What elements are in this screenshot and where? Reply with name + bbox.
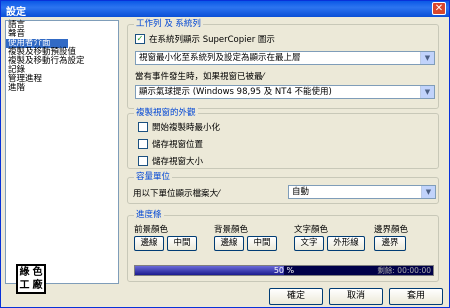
save-size-option[interactable]: 儲存視窗大小 (138, 155, 203, 167)
size-unit-group-legend: 容量單位 (134, 172, 173, 183)
chevron-down-icon[interactable]: ▼ (420, 52, 434, 64)
background-border-button[interactable]: 邊線 (214, 236, 244, 251)
notification-value: 顯示氣球提示 (Windows 98,95 及 NT4 不能使用) (139, 87, 332, 97)
taskbar-group: 工作列 及 系統列 ✓ 在系統列顯示 SuperCopier 圖示 視窗最小化至… (127, 19, 439, 109)
minimize-on-start-option[interactable]: 開始複製時最小化 (138, 121, 220, 133)
border-color-button[interactable]: 邊界 (374, 236, 406, 251)
cancel-button[interactable]: 取消 (329, 288, 383, 305)
save-size-label: 儲存視窗大小 (152, 157, 204, 167)
sidebar-item-advanced[interactable]: 進階 (6, 84, 118, 93)
save-position-checkbox[interactable] (138, 139, 148, 149)
foreground-color-title: 前景顏色 (134, 225, 169, 235)
settings-panel: 工作列 及 系統列 ✓ 在系統列顯示 SuperCopier 圖示 視窗最小化至… (123, 19, 441, 284)
logo-char: 工 (19, 280, 30, 291)
taskbar-group-legend: 工作列 及 系統列 (134, 19, 203, 30)
green-factory-logo: 綠 色 工 廠 (16, 264, 46, 294)
save-size-checkbox[interactable] (138, 156, 148, 166)
save-position-label: 儲存視窗位置 (152, 140, 204, 150)
show-systray-checkbox[interactable]: ✓ (135, 34, 145, 44)
notification-select[interactable]: 顯示氣球提示 (Windows 98,95 及 NT4 不能使用) ▼ (135, 85, 435, 99)
show-systray-option[interactable]: ✓ 在系統列顯示 SuperCopier 圖示 (135, 33, 275, 45)
minimize-on-start-label: 開始複製時最小化 (152, 123, 221, 133)
progress-bar-group-legend: 進度條 (134, 210, 164, 221)
logo-char: 廠 (32, 280, 43, 291)
chevron-down-icon[interactable]: ▼ (421, 186, 435, 198)
event-label: 當有事件發生時，如果視窗已被最⁄ (135, 72, 264, 82)
save-position-option[interactable]: 儲存視窗位置 (138, 138, 203, 150)
text-color-title: 文字顏色 (294, 225, 329, 235)
minimize-on-start-checkbox[interactable] (138, 122, 148, 132)
ok-button[interactable]: 確定 (269, 288, 323, 305)
text-color-button[interactable]: 文字 (294, 236, 324, 251)
foreground-border-button[interactable]: 邊線 (134, 236, 164, 251)
minimize-behavior-value: 視窗最小化至系統列及設定為顯示在最上層 (139, 53, 301, 63)
settings-category-list[interactable]: 語言 聲音 使用者介面 複製及移動預設值 複製及移動行為設定 記錄 管理進程 進… (5, 20, 119, 294)
size-unit-label: 用以下單位顯示檔案大⁄ (133, 189, 220, 199)
apply-button[interactable]: 套用 (389, 288, 443, 305)
progress-remaining: 剩餘: 00:00:00 (377, 266, 431, 275)
size-unit-group: 容量單位 用以下單位顯示檔案大⁄ 自動 ▼ (127, 172, 439, 204)
border-color-title: 邊界顏色 (374, 225, 409, 235)
logo-char: 綠 (19, 267, 30, 278)
chevron-down-icon[interactable]: ▼ (420, 86, 434, 98)
title-bar: 設定 ✕ (1, 1, 449, 18)
close-icon[interactable]: ✕ (432, 2, 446, 15)
progress-preview: 50 % 剩餘: 00:00:00 (134, 265, 434, 276)
background-color-title: 背景顏色 (214, 225, 249, 235)
size-unit-value: 自動 (292, 187, 310, 197)
progress-bar-group: 進度條 前景顏色 背景顏色 文字顏色 邊界顏色 邊線 中間 邊線 中間 文字 外… (127, 210, 439, 282)
settings-window: 設定 ✕ 語言 聲音 使用者介面 複製及移動預設值 複製及移動行為設定 記錄 管… (0, 0, 450, 308)
show-systray-label: 在系統列顯示 SuperCopier 圖示 (149, 35, 275, 45)
copy-window-group: 複製視窗的外觀 開始複製時最小化 儲存視窗位置 儲存視窗大小 (127, 108, 439, 169)
background-middle-button[interactable]: 中間 (247, 236, 277, 251)
foreground-middle-button[interactable]: 中間 (167, 236, 197, 251)
window-title: 設定 (6, 7, 26, 18)
minimize-behavior-select[interactable]: 視窗最小化至系統列及設定為顯示在最上層 ▼ (135, 51, 435, 65)
outline-color-button[interactable]: 外形線 (327, 236, 365, 251)
size-unit-select[interactable]: 自動 ▼ (288, 185, 436, 199)
copy-window-group-legend: 複製視窗的外觀 (134, 108, 198, 119)
logo-char: 色 (32, 267, 43, 278)
